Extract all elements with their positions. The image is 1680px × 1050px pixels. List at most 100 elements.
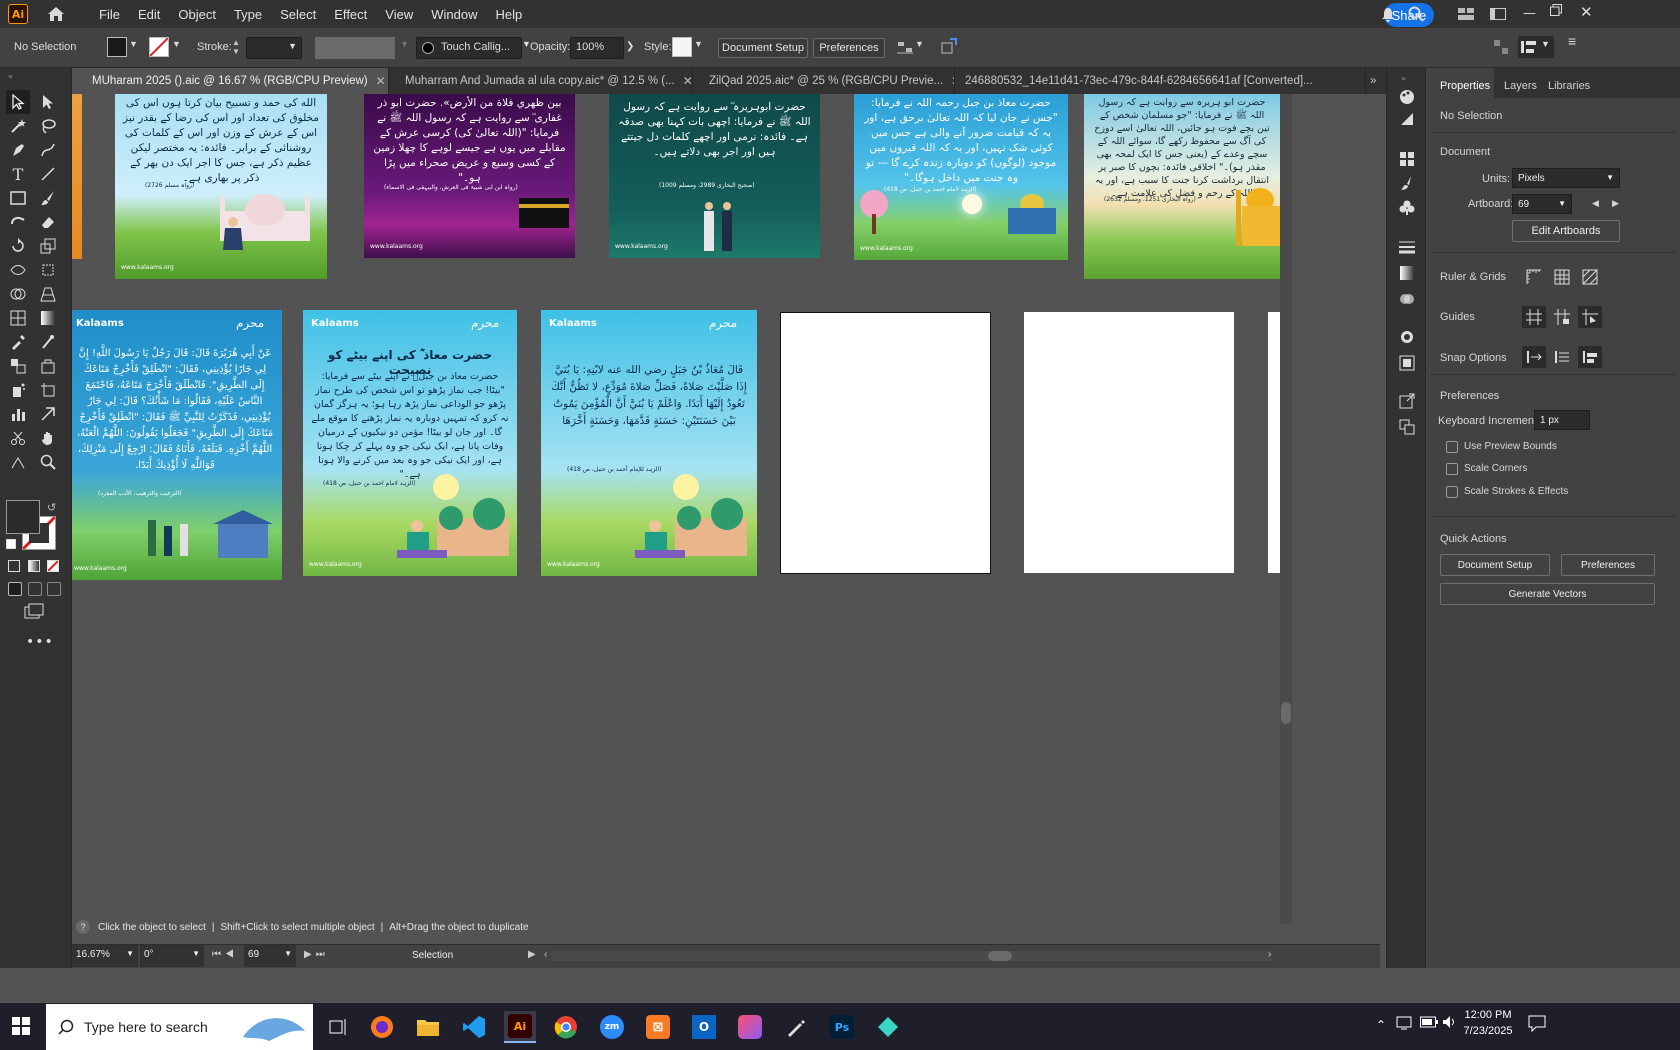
appearance-panel-icon[interactable]	[1395, 326, 1419, 348]
symbols-panel-icon[interactable]	[1395, 196, 1419, 218]
scale-tool-icon[interactable]	[36, 234, 60, 258]
scroll-left-icon[interactable]: ‹	[544, 949, 547, 960]
export-panel-icon[interactable]	[1395, 390, 1419, 412]
menu-select[interactable]: Select	[271, 7, 325, 22]
rotation-field[interactable]: 0° ▼	[140, 945, 204, 967]
hand-tool-icon[interactable]	[36, 426, 60, 450]
restore-icon[interactable]	[1550, 4, 1562, 19]
selection-tool-icon[interactable]	[6, 90, 30, 114]
xampp-icon[interactable]: ⊠	[642, 1011, 674, 1043]
firefox-icon[interactable]	[366, 1011, 398, 1043]
color-mode-icon[interactable]	[8, 560, 20, 572]
search-icon[interactable]	[1408, 6, 1424, 25]
arrange-icon[interactable]	[1494, 40, 1508, 57]
windows-start-icon[interactable]	[12, 1017, 30, 1038]
gradient-tool-icon[interactable]	[36, 306, 60, 330]
perspective-grid-tool-icon[interactable]	[36, 282, 60, 306]
menu-effect[interactable]: Effect	[325, 7, 376, 22]
artboard-tool-icon[interactable]	[36, 378, 60, 402]
screen-mode-icon[interactable]	[24, 603, 44, 622]
task-view-icon[interactable]	[322, 1011, 354, 1043]
close-tab-icon[interactable]: ✕	[376, 74, 386, 88]
color-guide-icon[interactable]	[1395, 108, 1419, 130]
slice-tool-icon[interactable]	[36, 402, 60, 426]
line-segment-tool-icon[interactable]	[36, 162, 60, 186]
chevron-down-icon[interactable]: ▼	[1541, 39, 1550, 49]
first-prev-artboard-buttons[interactable]: ⏮◀	[212, 949, 238, 960]
rotate-tool-icon[interactable]	[6, 234, 30, 258]
artboard-blank-1[interactable]	[780, 312, 991, 574]
pen-tool-icon[interactable]	[6, 138, 30, 162]
menu-edit[interactable]: Edit	[129, 7, 169, 22]
notifications-icon[interactable]	[1528, 1014, 1546, 1035]
artboard-top-2[interactable]: بین ظهري فلاة من الأرض». حضرت ابو ذر غفا…	[364, 94, 575, 258]
tab-libraries[interactable]: Libraries	[1548, 80, 1590, 92]
next-artboard-icon[interactable]: ▶	[1612, 198, 1619, 209]
units-dropdown[interactable]: Pixels ▼	[1512, 168, 1620, 188]
scissors-tool-icon[interactable]	[6, 426, 30, 450]
live-paint-bucket-icon[interactable]	[36, 354, 60, 378]
swap-fill-stroke-icon[interactable]: ↺	[47, 501, 56, 514]
paintbrush-tool-icon[interactable]	[36, 186, 60, 210]
tab-zilqad-2025[interactable]: ZilQad 2025.aic* @ 25 % (RGB/CPU Previe.…	[693, 68, 955, 94]
horizontal-scrollbar[interactable]	[552, 951, 1272, 961]
vertical-scroll-thumb[interactable]	[1281, 702, 1291, 724]
zoom-tool-icon[interactable]	[36, 450, 60, 474]
align-icon[interactable]	[896, 39, 914, 58]
shaper-tool-icon[interactable]	[6, 210, 30, 234]
next-last-artboard-buttons[interactable]: ▶⏭	[304, 949, 329, 960]
previous-artboard-icon[interactable]: ◀	[1592, 198, 1599, 209]
chevron-down-icon[interactable]: ▼	[915, 39, 924, 49]
preferences-button[interactable]: Preferences	[813, 38, 885, 58]
artboard-navigation-field[interactable]: 69 ▼	[244, 945, 296, 967]
vscode-icon[interactable]	[458, 1011, 490, 1043]
menu-type[interactable]: Type	[225, 7, 271, 22]
swatches-panel-icon[interactable]	[1395, 148, 1419, 170]
mesh-tool-icon[interactable]	[6, 306, 30, 330]
app-diamond-icon[interactable]	[872, 1011, 904, 1043]
default-colors-icon[interactable]	[6, 539, 16, 549]
arrange-documents-icon[interactable]	[1458, 8, 1474, 23]
scale-corners-checkbox[interactable]	[1446, 463, 1458, 475]
chevron-down-icon[interactable]: ▼	[129, 39, 138, 49]
artboard-top-4[interactable]: حضرت معاذ بن جبل رحمہ اللہ نے فرمایا: "ج…	[854, 94, 1068, 260]
gradient-mode-icon[interactable]	[28, 560, 40, 572]
minimize-icon[interactable]: —	[1523, 6, 1536, 21]
transparency-panel-icon[interactable]	[1395, 288, 1419, 310]
show-guides-icon[interactable]	[1522, 306, 1546, 328]
artboard-blank-partial[interactable]	[1268, 312, 1280, 573]
snap-to-pixel-icon[interactable]	[1578, 346, 1602, 368]
variable-width-profile[interactable]	[315, 37, 395, 59]
menu-view[interactable]: View	[376, 7, 422, 22]
hamburger-menu-icon[interactable]: ≡	[1568, 34, 1576, 48]
tab-converted-file[interactable]: 246880532_14e11d41-73ec-479c-844f-628465…	[955, 68, 1366, 94]
edit-artboards-button[interactable]: Edit Artboards	[1512, 220, 1620, 242]
smart-guides-icon[interactable]	[1578, 306, 1602, 328]
blend-tool-icon[interactable]	[6, 354, 30, 378]
taskbar-clock[interactable]: 12:00 PM 7/23/2025	[1458, 1007, 1518, 1039]
snap-to-point-icon[interactable]	[1522, 346, 1546, 368]
network-status-icon[interactable]	[1396, 1016, 1412, 1033]
show-hidden-icons-icon[interactable]: ⌃	[1376, 1018, 1386, 1032]
scroll-right-icon[interactable]: ›	[1268, 949, 1271, 960]
chevron-right-icon[interactable]: ❯	[626, 41, 634, 52]
preferences-button[interactable]: Preferences	[1561, 554, 1655, 576]
menu-help[interactable]: Help	[486, 7, 531, 22]
bell-icon[interactable]	[1381, 7, 1395, 25]
creative-cloud-icon[interactable]	[734, 1011, 766, 1043]
gradient-panel-icon[interactable]	[1395, 262, 1419, 284]
chevron-down-icon[interactable]: ▼	[694, 39, 703, 49]
photoshop-icon[interactable]: Ps	[826, 1011, 858, 1043]
artboard-bottom-1[interactable]: Kalaams محرم عَنْ أَبِي هُرَيْرَةَ قَالَ…	[72, 310, 282, 580]
close-tab-icon[interactable]: ✕	[683, 74, 692, 88]
more-tabs-icon[interactable]: »	[1366, 68, 1388, 94]
artboard-partial[interactable]	[72, 94, 82, 259]
status-menu-arrow[interactable]: ▶	[528, 949, 536, 960]
none-mode-icon[interactable]	[47, 560, 59, 572]
transparency-grid-icon[interactable]	[1578, 266, 1602, 288]
direct-selection-tool-icon[interactable]	[36, 90, 60, 114]
fill-swatch[interactable]	[107, 37, 127, 57]
zoom-level-field[interactable]: 16.67% ▼	[72, 945, 138, 967]
shape-builder-tool-icon[interactable]	[6, 282, 30, 306]
snap-to-grid-icon[interactable]	[1550, 346, 1574, 368]
